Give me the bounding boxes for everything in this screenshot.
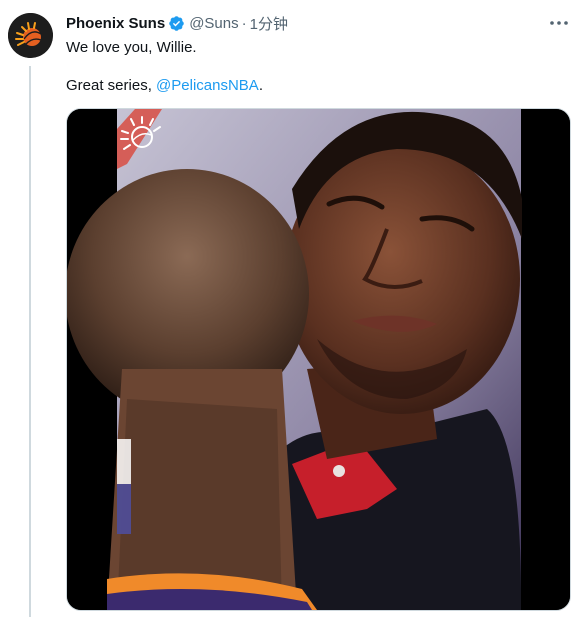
more-options-button[interactable] [548,14,570,32]
tweet-text-line-1: We love you, Willie. [66,39,197,56]
author-avatar[interactable] [8,13,53,58]
author-handle[interactable]: @Suns [189,15,238,32]
separator-dot: · [241,14,247,32]
video-frame-image [67,109,570,610]
tweet-header: Phoenix Suns @Suns · 1分钟 [66,12,288,34]
tweet-text-line-2: Great series, @PelicansNBA. [66,76,263,96]
tweet-text-prefix: Great series, [66,77,157,94]
author-name[interactable]: Phoenix Suns [66,15,165,32]
tweet-media[interactable] [66,108,571,611]
more-horizontal-icon [550,21,568,25]
mention-link[interactable]: @PelicansNBA [156,77,259,94]
suns-logo-icon [8,13,53,58]
verified-badge-icon [169,15,184,31]
timestamp[interactable]: 1分钟 [250,13,288,34]
thread-line [29,66,31,617]
tweet-text-suffix: . [258,77,263,94]
